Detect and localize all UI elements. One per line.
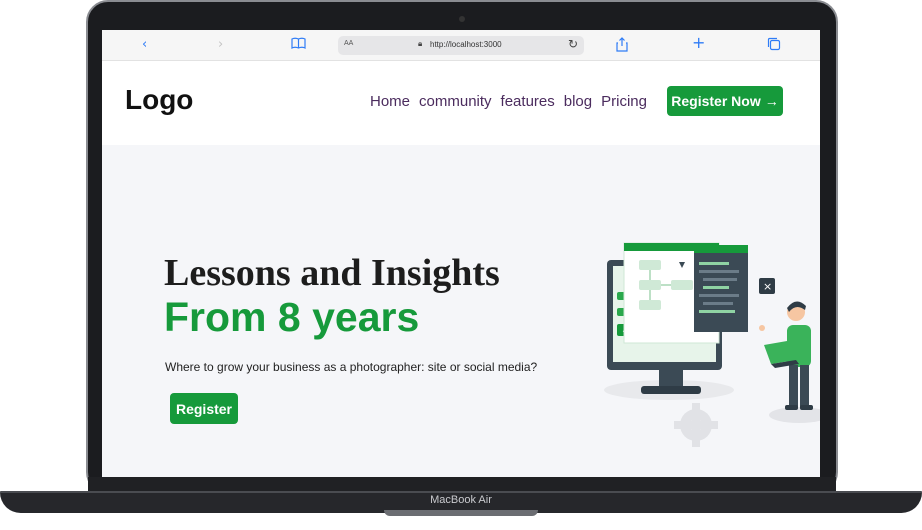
url-text[interactable]: http://localhost:3000 <box>430 40 502 49</box>
device-model-label: MacBook Air <box>430 494 492 506</box>
nav-link-pricing[interactable]: Pricing <box>601 93 647 110</box>
hero-description: Where to grow your business as a photogr… <box>165 360 538 374</box>
browser-toolbar: ‹ › AA 🔒︎ http://localhost:3000 ↻ + <box>102 30 820 61</box>
share-icon[interactable] <box>616 37 628 57</box>
hero-title: Lessons and Insights <box>164 252 500 294</box>
nav-links: Home community features blog Pricing <box>370 93 656 110</box>
tabs-icon[interactable] <box>767 37 781 56</box>
address-bar[interactable]: AA 🔒︎ http://localhost:3000 ↻ <box>338 36 584 55</box>
register-button[interactable]: Register <box>170 393 238 424</box>
reload-icon[interactable]: ↻ <box>568 37 578 51</box>
bookmarks-icon[interactable] <box>291 37 306 54</box>
browser-window: ‹ › AA 🔒︎ http://localhost:3000 ↻ + Logo… <box>102 30 820 477</box>
gear-icon <box>674 403 718 447</box>
register-now-label: Register Now <box>671 93 761 109</box>
forward-icon[interactable]: › <box>218 37 223 53</box>
site-logo[interactable]: Logo <box>125 84 193 116</box>
laptop-notch <box>384 510 538 516</box>
nav-link-community[interactable]: community <box>419 93 492 110</box>
register-now-button[interactable]: Register Now → <box>667 86 783 116</box>
svg-text:×: × <box>763 280 772 293</box>
text-size-button[interactable]: AA <box>344 40 353 47</box>
new-tab-icon[interactable]: + <box>692 35 705 51</box>
nav-link-blog[interactable]: blog <box>564 93 592 110</box>
site-navbar: Logo Home community features blog Pricin… <box>102 61 820 145</box>
lock-icon: 🔒︎ <box>418 39 423 48</box>
camera-icon <box>459 16 465 22</box>
hero-subtitle: From 8 years <box>164 294 420 340</box>
arrow-right-icon: → <box>764 93 779 109</box>
nav-link-features[interactable]: features <box>501 93 555 110</box>
back-icon[interactable]: ‹ <box>142 37 147 53</box>
developer-illustration: </> × <box>604 242 820 447</box>
nav-link-home[interactable]: Home <box>370 93 410 110</box>
